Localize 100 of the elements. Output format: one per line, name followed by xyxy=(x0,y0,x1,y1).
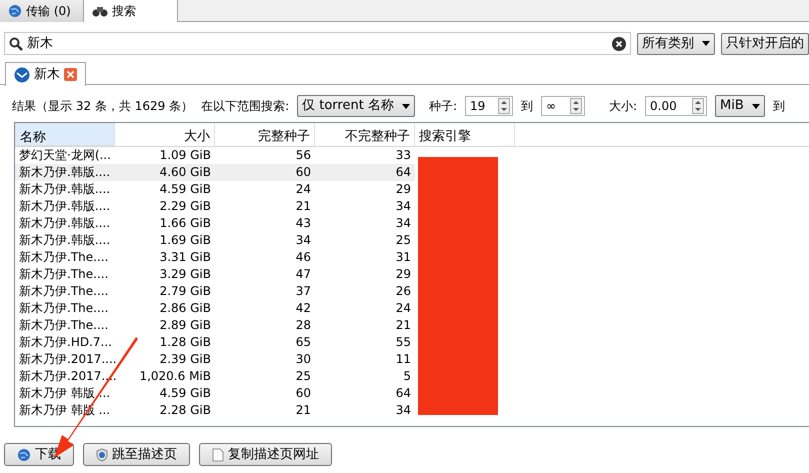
table-row[interactable]: 新木乃伊.韩版.... 4.59 GiB 24 29 xyxy=(15,181,415,198)
table-cell-text: 1.66 GiB xyxy=(158,215,212,232)
search-icon xyxy=(9,36,23,50)
table-cell-text: 新木乃伊.韩版.... xyxy=(18,215,112,232)
table-cell-text: 56 xyxy=(294,147,312,164)
table-cell-text: 2.79 GiB xyxy=(158,283,212,300)
table-row[interactable]: 新木乃伊 韩版 ... 4.59 GiB 60 64 xyxy=(15,385,415,402)
table-cell-text: 2.29 GiB xyxy=(158,198,212,215)
table-cell-text: 33 xyxy=(394,147,412,164)
search-field[interactable]: 新木 xyxy=(4,32,631,55)
column-header[interactable]: 完整种子 xyxy=(215,123,315,146)
table-cell-text: 29 xyxy=(394,181,412,198)
table-cell-text: 4.59 GiB xyxy=(158,181,212,198)
column-header[interactable]: 搜索引擎 xyxy=(415,123,515,146)
close-icon[interactable] xyxy=(64,68,77,81)
table-cell-text: 新木乃伊.HD.7... xyxy=(18,334,113,351)
action-button[interactable]: 复制描述页网址 xyxy=(199,443,332,466)
spinner-arrows-icon[interactable] xyxy=(692,98,704,114)
table-cell-text: 24 xyxy=(394,300,412,317)
table-cell-text: 2.39 GiB xyxy=(158,351,212,368)
to-label: 到 xyxy=(521,98,533,115)
scope-dropdown[interactable]: 仅 torrent 名称 xyxy=(297,95,415,117)
table-cell-text: 64 xyxy=(394,164,412,181)
table-cell-text: 25 xyxy=(394,232,412,249)
table-cell-text: 29 xyxy=(394,266,412,283)
table-cell-text: 43 xyxy=(294,215,312,232)
table-cell-text: 4.59 GiB xyxy=(158,385,212,402)
table-row[interactable]: 新木乃伊.The.... 2.86 GiB 42 24 xyxy=(15,300,415,317)
table-cell-text: 42 xyxy=(294,300,312,317)
table-row[interactable]: 梦幻天堂·龙网(... 1.09 GiB 56 33 xyxy=(15,147,415,164)
table-cell-text: 2.28 GiB xyxy=(158,402,212,419)
table-cell-text: 21 xyxy=(394,317,412,334)
table-cell-text: 34 xyxy=(294,232,312,249)
table-row[interactable]: 新木乃伊.2017.... 2.39 GiB 30 11 xyxy=(15,351,415,368)
seeds-max-field[interactable]: ∞ xyxy=(541,96,585,116)
spinner-arrows-icon[interactable] xyxy=(570,98,582,114)
page-icon xyxy=(212,448,224,462)
table-cell-text: 新木乃伊.韩版.... xyxy=(18,232,112,249)
table-row[interactable]: 新木乃伊.The.... 2.89 GiB 28 21 xyxy=(15,317,415,334)
binoculars-icon xyxy=(92,5,108,17)
seeds-min-field[interactable]: 19 xyxy=(465,96,513,116)
to-label: 到 xyxy=(772,98,785,115)
table-cell-text: 21 xyxy=(294,402,312,419)
table-cell-text: 新木乃伊.The.... xyxy=(18,283,110,300)
size-min-field[interactable]: 0.00 xyxy=(645,96,708,116)
action-button[interactable]: 跳至描述页 xyxy=(83,443,190,466)
table-cell-text: 5 xyxy=(402,368,412,385)
seeds-label: 种子: xyxy=(428,98,457,115)
clear-icon[interactable] xyxy=(612,36,626,50)
column-header[interactable]: 名称 xyxy=(15,123,115,146)
table-row[interactable]: 新木乃伊.韩版.... 4.60 GiB 60 64 xyxy=(15,164,415,181)
main-tab[interactable]: 搜索 xyxy=(84,0,178,22)
table-row[interactable]: 新木乃伊.韩版.... 1.69 GiB 34 25 xyxy=(15,232,415,249)
unit-dropdown[interactable]: MiB xyxy=(715,95,765,117)
table-cell-text: 31 xyxy=(394,249,412,266)
table-row[interactable]: 新木乃伊.韩版.... 2.29 GiB 21 34 xyxy=(15,198,415,215)
table-cell-text: 2.86 GiB xyxy=(158,300,212,317)
table-row[interactable]: 新木乃伊.The.... 3.31 GiB 46 31 xyxy=(15,249,415,266)
column-header[interactable]: 大小 xyxy=(115,123,215,146)
table-cell-text: 60 xyxy=(294,164,312,181)
table-cell-text: 梦幻天堂·龙网(... xyxy=(18,147,112,164)
caret-icon xyxy=(752,104,760,108)
category-dropdown[interactable]: 所有类别 xyxy=(637,32,715,54)
table-cell-text: 新木乃伊.The.... xyxy=(18,266,110,283)
table-cell-text: 25 xyxy=(294,368,312,385)
caret-icon xyxy=(402,104,410,108)
caret-icon xyxy=(702,41,710,46)
table-cell-text: 1.69 GiB xyxy=(158,232,212,249)
table-cell-text: 28 xyxy=(294,317,312,334)
table-cell-text: 新木乃伊 韩版 ... xyxy=(18,385,112,402)
table-cell-text: 60 xyxy=(294,385,312,402)
table-cell-text: 1.28 GiB xyxy=(158,334,212,351)
table-cell-text: 新木乃伊.The.... xyxy=(18,249,110,266)
size-label: 大小: xyxy=(609,98,638,115)
table-cell-text: 2.89 GiB xyxy=(158,317,212,334)
table-cell-text: 1,020.6 MiB xyxy=(138,368,212,385)
table-row[interactable]: 新木乃伊.The.... 2.79 GiB 37 26 xyxy=(15,283,415,300)
table-cell-text: 新木乃伊.韩版.... xyxy=(18,164,112,181)
main-tab[interactable]: 传输 (0) xyxy=(0,0,84,22)
spinner-arrows-icon[interactable] xyxy=(498,98,510,114)
table-cell-text: 47 xyxy=(294,266,312,283)
table-cell-text: 11 xyxy=(394,351,412,368)
table-cell-text: 4.60 GiB xyxy=(158,164,212,181)
column-header[interactable]: 不完整种子 xyxy=(315,123,415,146)
table-cell-text: 26 xyxy=(394,283,412,300)
table-cell-text: 64 xyxy=(394,385,412,402)
results-count: 结果（显示 32 条，共 1629 条） xyxy=(12,98,194,115)
table-row[interactable]: 新木乃伊.韩版.... 1.66 GiB 43 34 xyxy=(15,215,415,232)
table-cell-text: 3.29 GiB xyxy=(158,266,212,283)
table-cell-text: 3.31 GiB xyxy=(158,249,212,266)
table-row[interactable]: 新木乃伊.HD.7... 1.28 GiB 65 55 xyxy=(15,334,415,351)
table-cell-text: 46 xyxy=(294,249,312,266)
table-cell-text: 新木乃伊.韩版.... xyxy=(18,181,112,198)
table-cell-text: 65 xyxy=(294,334,312,351)
table-cell-text: 新木乃伊.2017.... xyxy=(18,351,115,368)
result-tab[interactable]: 新木 xyxy=(5,62,86,86)
table-cell-text: 55 xyxy=(394,334,412,351)
table-row[interactable]: 新木乃伊.The.... 3.29 GiB 47 29 xyxy=(15,266,415,283)
plugins-dropdown[interactable]: 只针对开启的 xyxy=(721,32,809,54)
table-cell-text: 34 xyxy=(394,198,412,215)
